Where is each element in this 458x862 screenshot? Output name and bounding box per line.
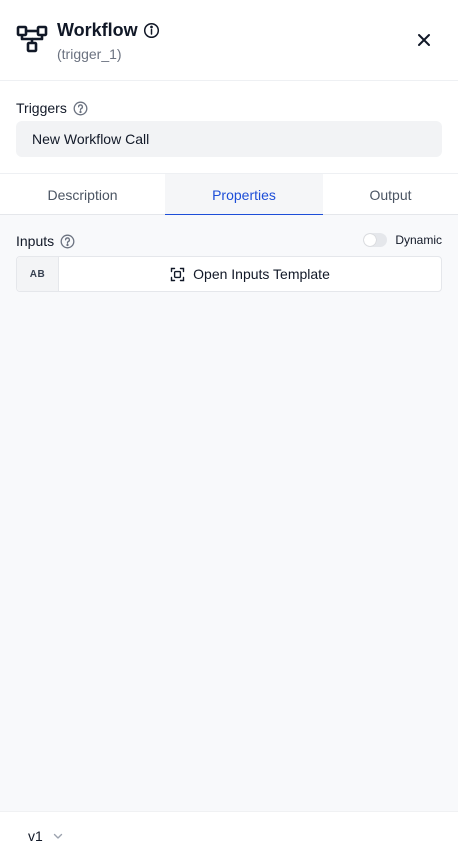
- properties-content: Inputs Dynamic AB Open Inputs Template: [0, 215, 458, 811]
- inputs-template-row: AB Open Inputs Template: [16, 256, 442, 292]
- trigger-value: New Workflow Call: [32, 131, 150, 147]
- triggers-label-text: Triggers: [16, 100, 67, 116]
- tab-bar: Description Properties Output: [0, 173, 458, 216]
- tab-description[interactable]: Description: [0, 174, 165, 215]
- dynamic-label: Dynamic: [395, 233, 442, 247]
- trigger-select[interactable]: New Workflow Call: [16, 121, 442, 157]
- dynamic-toggle[interactable]: [363, 233, 388, 247]
- panel-title: Workflow: [57, 20, 138, 40]
- workflow-icon: [16, 25, 48, 53]
- version-label: v1: [28, 828, 43, 844]
- open-inputs-template-label: Open Inputs Template: [193, 266, 330, 282]
- tab-properties[interactable]: Properties: [165, 174, 323, 216]
- dynamic-toggle-group: Dynamic: [363, 233, 442, 247]
- close-icon: [418, 34, 430, 46]
- inputs-label-text: Inputs: [16, 233, 55, 249]
- panel-header: Workflow (trigger_1): [0, 0, 458, 81]
- version-select[interactable]: v1: [28, 828, 64, 844]
- panel-subtitle: (trigger_1): [57, 46, 122, 62]
- text-type-badge[interactable]: AB: [17, 257, 59, 291]
- inputs-label: Inputs: [16, 233, 75, 249]
- workflow-panel: Workflow (trigger_1) Triggers New Workfl: [0, 0, 458, 862]
- help-circle-icon[interactable]: [73, 101, 88, 116]
- info-icon[interactable]: [143, 22, 160, 39]
- triggers-label: Triggers: [16, 100, 88, 116]
- help-circle-icon[interactable]: [60, 234, 75, 249]
- tab-output[interactable]: Output: [323, 174, 458, 215]
- panel-footer: v1: [0, 811, 458, 862]
- chevron-down-icon: [53, 833, 62, 839]
- focus-frame-icon: [170, 267, 185, 281]
- close-button[interactable]: [412, 28, 436, 52]
- open-inputs-template-button[interactable]: Open Inputs Template: [59, 257, 441, 291]
